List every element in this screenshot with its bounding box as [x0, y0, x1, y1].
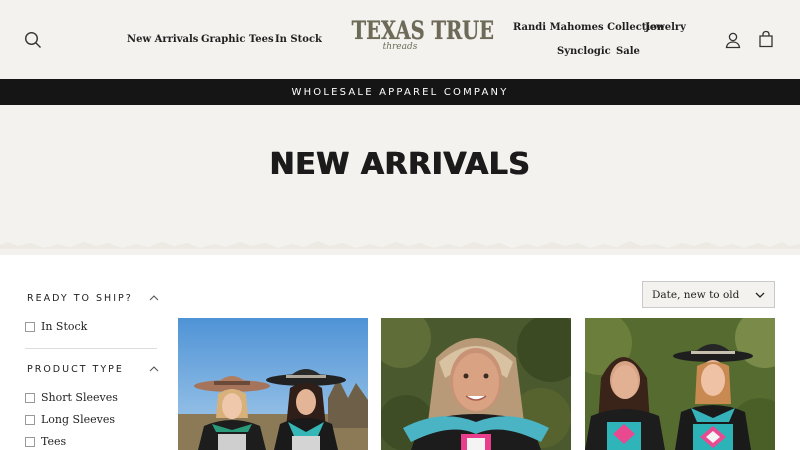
announcement-bar: WHOLESALE APPAREL COMPANY: [0, 79, 800, 105]
filter-tees-label: Tees: [41, 435, 67, 448]
product-image: [585, 318, 775, 450]
page-title: NEW ARRIVALS: [269, 147, 531, 182]
nav-new-arrivals[interactable]: New Arrivals: [127, 34, 198, 45]
sort-selected-value: Date, new to old: [652, 288, 740, 301]
filter-short-sleeves[interactable]: Short Sleeves: [25, 391, 118, 404]
checkbox-short-sleeves[interactable]: [25, 392, 35, 403]
checkbox-in-stock[interactable]: [25, 321, 35, 332]
product-card-3[interactable]: [585, 318, 775, 450]
sort-select[interactable]: Date, new to old: [642, 281, 775, 308]
filter-in-stock[interactable]: In Stock: [25, 320, 87, 333]
filter-ready-to-ship-header[interactable]: READY TO SHIP?: [27, 293, 133, 304]
nav-synclogic[interactable]: Synclogic: [557, 46, 611, 57]
filter-long-sleeves[interactable]: Long Sleeves: [25, 413, 115, 426]
product-card-2[interactable]: [381, 318, 571, 450]
site-header: New Arrivals Graphic Tees In Stock TEXAS…: [0, 0, 800, 79]
product-image: [381, 318, 571, 450]
checkbox-tees[interactable]: [25, 436, 35, 447]
chevron-up-icon[interactable]: [149, 366, 159, 372]
chevron-down-icon: [755, 292, 765, 298]
filter-tees[interactable]: Tees: [25, 435, 66, 448]
filter-product-type-header[interactable]: PRODUCT TYPE: [27, 364, 124, 375]
nav-graphic-tees[interactable]: Graphic Tees: [201, 34, 274, 45]
search-icon[interactable]: [22, 29, 44, 51]
product-image: [178, 318, 368, 450]
announcement-text: WHOLESALE APPAREL COMPANY: [291, 86, 509, 98]
torn-paper-edge: [0, 222, 800, 249]
nav-in-stock[interactable]: In Stock: [275, 34, 322, 45]
checkbox-long-sleeves[interactable]: [25, 414, 35, 425]
chevron-up-icon[interactable]: [149, 295, 159, 301]
cart-icon[interactable]: [755, 28, 777, 50]
logo-wordmark: TEXAS TRUE: [351, 16, 495, 45]
filter-in-stock-label: In Stock: [41, 320, 88, 333]
filter-short-sleeves-label: Short Sleeves: [41, 391, 118, 404]
product-card-1[interactable]: [178, 318, 368, 450]
nav-randi-mahomes-collection[interactable]: Randi Mahomes Collection: [513, 22, 664, 33]
filter-long-sleeves-label: Long Sleeves: [41, 413, 115, 426]
filter-divider: [25, 348, 157, 349]
site-logo[interactable]: TEXAS TRUE threads: [338, 16, 495, 60]
account-icon[interactable]: [722, 29, 744, 51]
nav-sale[interactable]: Sale: [616, 46, 640, 57]
nav-jewelry[interactable]: Jewelry: [645, 22, 686, 33]
